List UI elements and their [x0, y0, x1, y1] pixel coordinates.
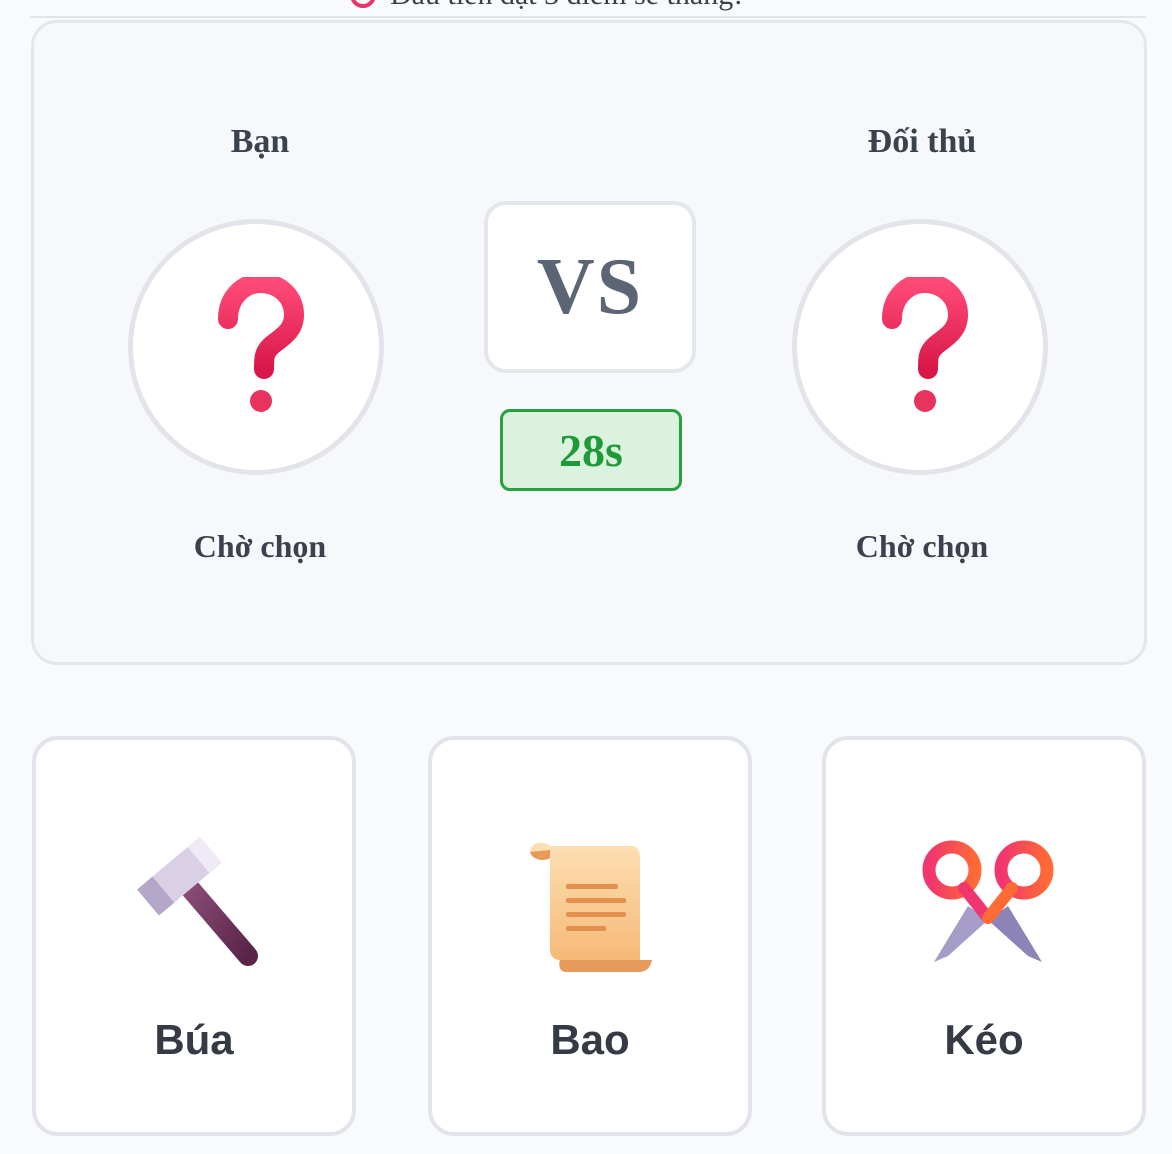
player-choice-slot: [128, 219, 384, 475]
choice-label: Bao: [550, 1016, 630, 1063]
opponent-choice-slot: [792, 219, 1048, 475]
player-label: Bạn: [230, 123, 290, 160]
choice-scissors-button[interactable]: Kéo: [822, 736, 1146, 1136]
target-icon: [350, 0, 376, 8]
player-status: Chờ chọn: [193, 528, 327, 564]
question-mark-icon: [218, 277, 305, 412]
choice-label: Búa: [154, 1016, 234, 1063]
win-condition-hint: Đầu tiên đạt 3 điểm sẽ thắng!: [350, 0, 743, 12]
countdown-timer: 28s: [500, 409, 682, 491]
question-mark-icon: [882, 277, 969, 412]
scroll-icon: [530, 842, 652, 972]
choice-paper-button[interactable]: Bao: [428, 736, 752, 1136]
win-condition-text: Đầu tiên đạt 3 điểm sẽ thắng!: [390, 0, 743, 12]
opponent-status: Chờ chọn: [855, 528, 989, 564]
opponent-label: Đối thủ: [867, 123, 977, 160]
scissors-icon: [922, 840, 1054, 962]
vs-badge: VS: [484, 201, 696, 373]
choice-label: Kéo: [944, 1016, 1024, 1063]
header-divider: [30, 16, 1146, 18]
choice-hammer-button[interactable]: Búa: [32, 736, 356, 1136]
battle-arena: Bạn Chờ chọn VS 28s Đối thủ Chờ chọn: [31, 20, 1147, 665]
hammer-icon: [137, 836, 258, 966]
